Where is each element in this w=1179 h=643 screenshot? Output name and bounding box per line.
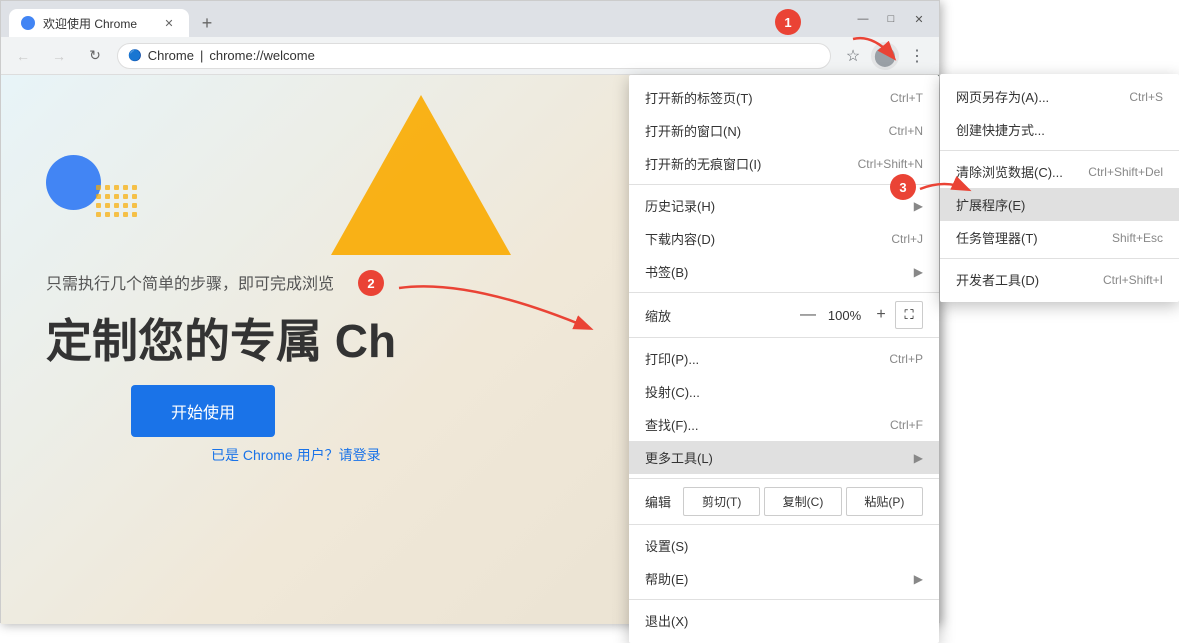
submenu-clear-data[interactable]: 清除浏览数据(C)... Ctrl+Shift+Del (940, 155, 1179, 188)
address-bar: ← → ↻ 🔵 Chrome | chrome://welcome ☆ ⬤ ⋮ (1, 37, 939, 75)
zoom-value: 100% (822, 308, 867, 323)
menu-edit-row: 编辑 剪切(T) 复制(C) 粘贴(P) (629, 483, 939, 520)
maximize-button[interactable]: □ (879, 7, 903, 31)
address-url: chrome://welcome (209, 48, 314, 63)
start-button[interactable]: 开始使用 (131, 385, 275, 437)
minimize-button[interactable]: — (851, 7, 875, 31)
refresh-button[interactable]: ↻ (81, 42, 109, 70)
arrow-1 (843, 29, 903, 69)
submenu-create-shortcut[interactable]: 创建快捷方式... (940, 113, 1179, 146)
address-separator: | (200, 48, 203, 63)
menu-divider-5 (629, 524, 939, 525)
submenu-save-as[interactable]: 网页另存为(A)... Ctrl+S (940, 80, 1179, 113)
submenu-task-manager[interactable]: 任务管理器(T) Shift+Esc (940, 221, 1179, 254)
zoom-expand-button[interactable]: ⛶ (895, 301, 923, 329)
menu-settings[interactable]: 设置(S) (629, 529, 939, 562)
menu-bookmarks[interactable]: 书签(B) ▶ (629, 255, 939, 288)
submenu-extensions[interactable]: 扩展程序(E) (940, 188, 1179, 221)
tab-title: 欢迎使用 Chrome (43, 15, 153, 32)
submenu-devtools[interactable]: 开发者工具(D) Ctrl+Shift+I (940, 263, 1179, 296)
tab-favicon (21, 16, 35, 30)
page-title: 定制您的专属 Ch (46, 305, 396, 371)
browser-window: 欢迎使用 Chrome ✕ + — □ ✕ ← → ↻ 🔵 Chrome | c… (0, 0, 940, 623)
tab-close-button[interactable]: ✕ (161, 15, 177, 31)
decorative-triangle (331, 95, 511, 260)
address-brand: Chrome (148, 48, 194, 63)
security-icon: 🔵 (128, 49, 142, 62)
menu-downloads[interactable]: 下载内容(D) Ctrl+J (629, 222, 939, 255)
menu-divider-6 (629, 599, 939, 600)
decorative-circle (46, 155, 101, 210)
arrow-2 (389, 273, 619, 353)
help-arrow-icon: ▶ (914, 572, 923, 586)
menu-cast[interactable]: 投射(C)... (629, 375, 939, 408)
menu-button[interactable]: ⋮ (903, 42, 931, 70)
back-button[interactable]: ← (9, 42, 37, 70)
paste-button[interactable]: 粘贴(P) (846, 487, 923, 516)
step-2-indicator: 2 (358, 270, 384, 296)
menu-divider-4 (629, 478, 939, 479)
cut-button[interactable]: 剪切(T) (683, 487, 760, 516)
menu-find[interactable]: 查找(F)... Ctrl+F (629, 408, 939, 441)
submenu: 网页另存为(A)... Ctrl+S 创建快捷方式... 清除浏览数据(C)..… (940, 74, 1179, 302)
window-controls: — □ ✕ (851, 7, 931, 31)
menu-exit[interactable]: 退出(X) (629, 604, 939, 637)
zoom-plus-button[interactable]: + (867, 301, 895, 329)
address-input[interactable]: 🔵 Chrome | chrome://welcome (117, 43, 831, 69)
copy-button[interactable]: 复制(C) (764, 487, 841, 516)
arrow-3 (915, 174, 975, 204)
menu-more-tools[interactable]: 更多工具(L) ▶ (629, 441, 939, 474)
decorative-dots (96, 185, 137, 217)
tab-strip: 欢迎使用 Chrome ✕ + (9, 1, 221, 37)
menu-zoom-row: 缩放 — 100% + ⛶ (629, 297, 939, 333)
active-tab[interactable]: 欢迎使用 Chrome ✕ (9, 9, 189, 37)
new-tab-button[interactable]: + (193, 9, 221, 37)
step-3-indicator: 3 (890, 174, 916, 200)
menu-divider-3 (629, 337, 939, 338)
close-button[interactable]: ✕ (907, 7, 931, 31)
more-tools-arrow-icon: ▶ (914, 451, 923, 465)
menu-help[interactable]: 帮助(E) ▶ (629, 562, 939, 595)
submenu-divider-2 (940, 258, 1179, 259)
step-1-indicator: 1 (775, 9, 801, 35)
zoom-minus-button[interactable]: — (794, 301, 822, 329)
menu-new-window[interactable]: 打开新的窗口(N) Ctrl+N (629, 114, 939, 147)
bookmarks-arrow-icon: ▶ (914, 265, 923, 279)
menu-print[interactable]: 打印(P)... Ctrl+P (629, 342, 939, 375)
submenu-divider-1 (940, 150, 1179, 151)
login-link[interactable]: 已是 Chrome 用户？请登录 (211, 445, 381, 465)
menu-divider-2 (629, 292, 939, 293)
forward-button[interactable]: → (45, 42, 73, 70)
menu-incognito[interactable]: 打开新的无痕窗口(I) Ctrl+Shift+N (629, 147, 939, 180)
page-subtitle: 只需执行几个简单的步骤，即可完成浏览 (46, 270, 334, 294)
main-dropdown-menu: 打开新的标签页(T) Ctrl+T 打开新的窗口(N) Ctrl+N 打开新的无… (629, 75, 939, 643)
menu-new-tab[interactable]: 打开新的标签页(T) Ctrl+T (629, 81, 939, 114)
